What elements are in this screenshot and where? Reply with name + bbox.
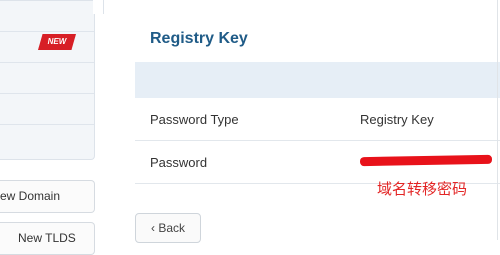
password-label: Password xyxy=(150,155,208,170)
password-type-label: Password Type xyxy=(150,112,239,127)
panel-right-border xyxy=(497,0,498,240)
row-divider xyxy=(135,140,500,141)
page-title: Registry Key xyxy=(150,30,248,47)
sidebar-menu-panel xyxy=(0,0,95,160)
back-button[interactable]: ‹ Back xyxy=(135,213,201,243)
new-badge: NEW xyxy=(38,34,76,50)
new-domain-button[interactable]: ew Domain xyxy=(0,180,95,213)
sidebar-menu-item[interactable] xyxy=(0,94,94,125)
sidebar-menu-item[interactable] xyxy=(0,63,94,94)
annotation-text: 域名转移密码 xyxy=(377,180,468,198)
password-type-value: Registry Key xyxy=(360,112,434,127)
new-domain-label: ew Domain xyxy=(0,189,61,203)
new-tlds-button[interactable]: New TLDS xyxy=(0,222,95,255)
table-header-band xyxy=(135,62,500,98)
new-tlds-label: New TLDS xyxy=(18,231,76,245)
panel-tab-notch xyxy=(93,0,104,14)
sidebar-menu-item[interactable] xyxy=(0,1,94,32)
redacted-password-mark xyxy=(359,154,493,167)
